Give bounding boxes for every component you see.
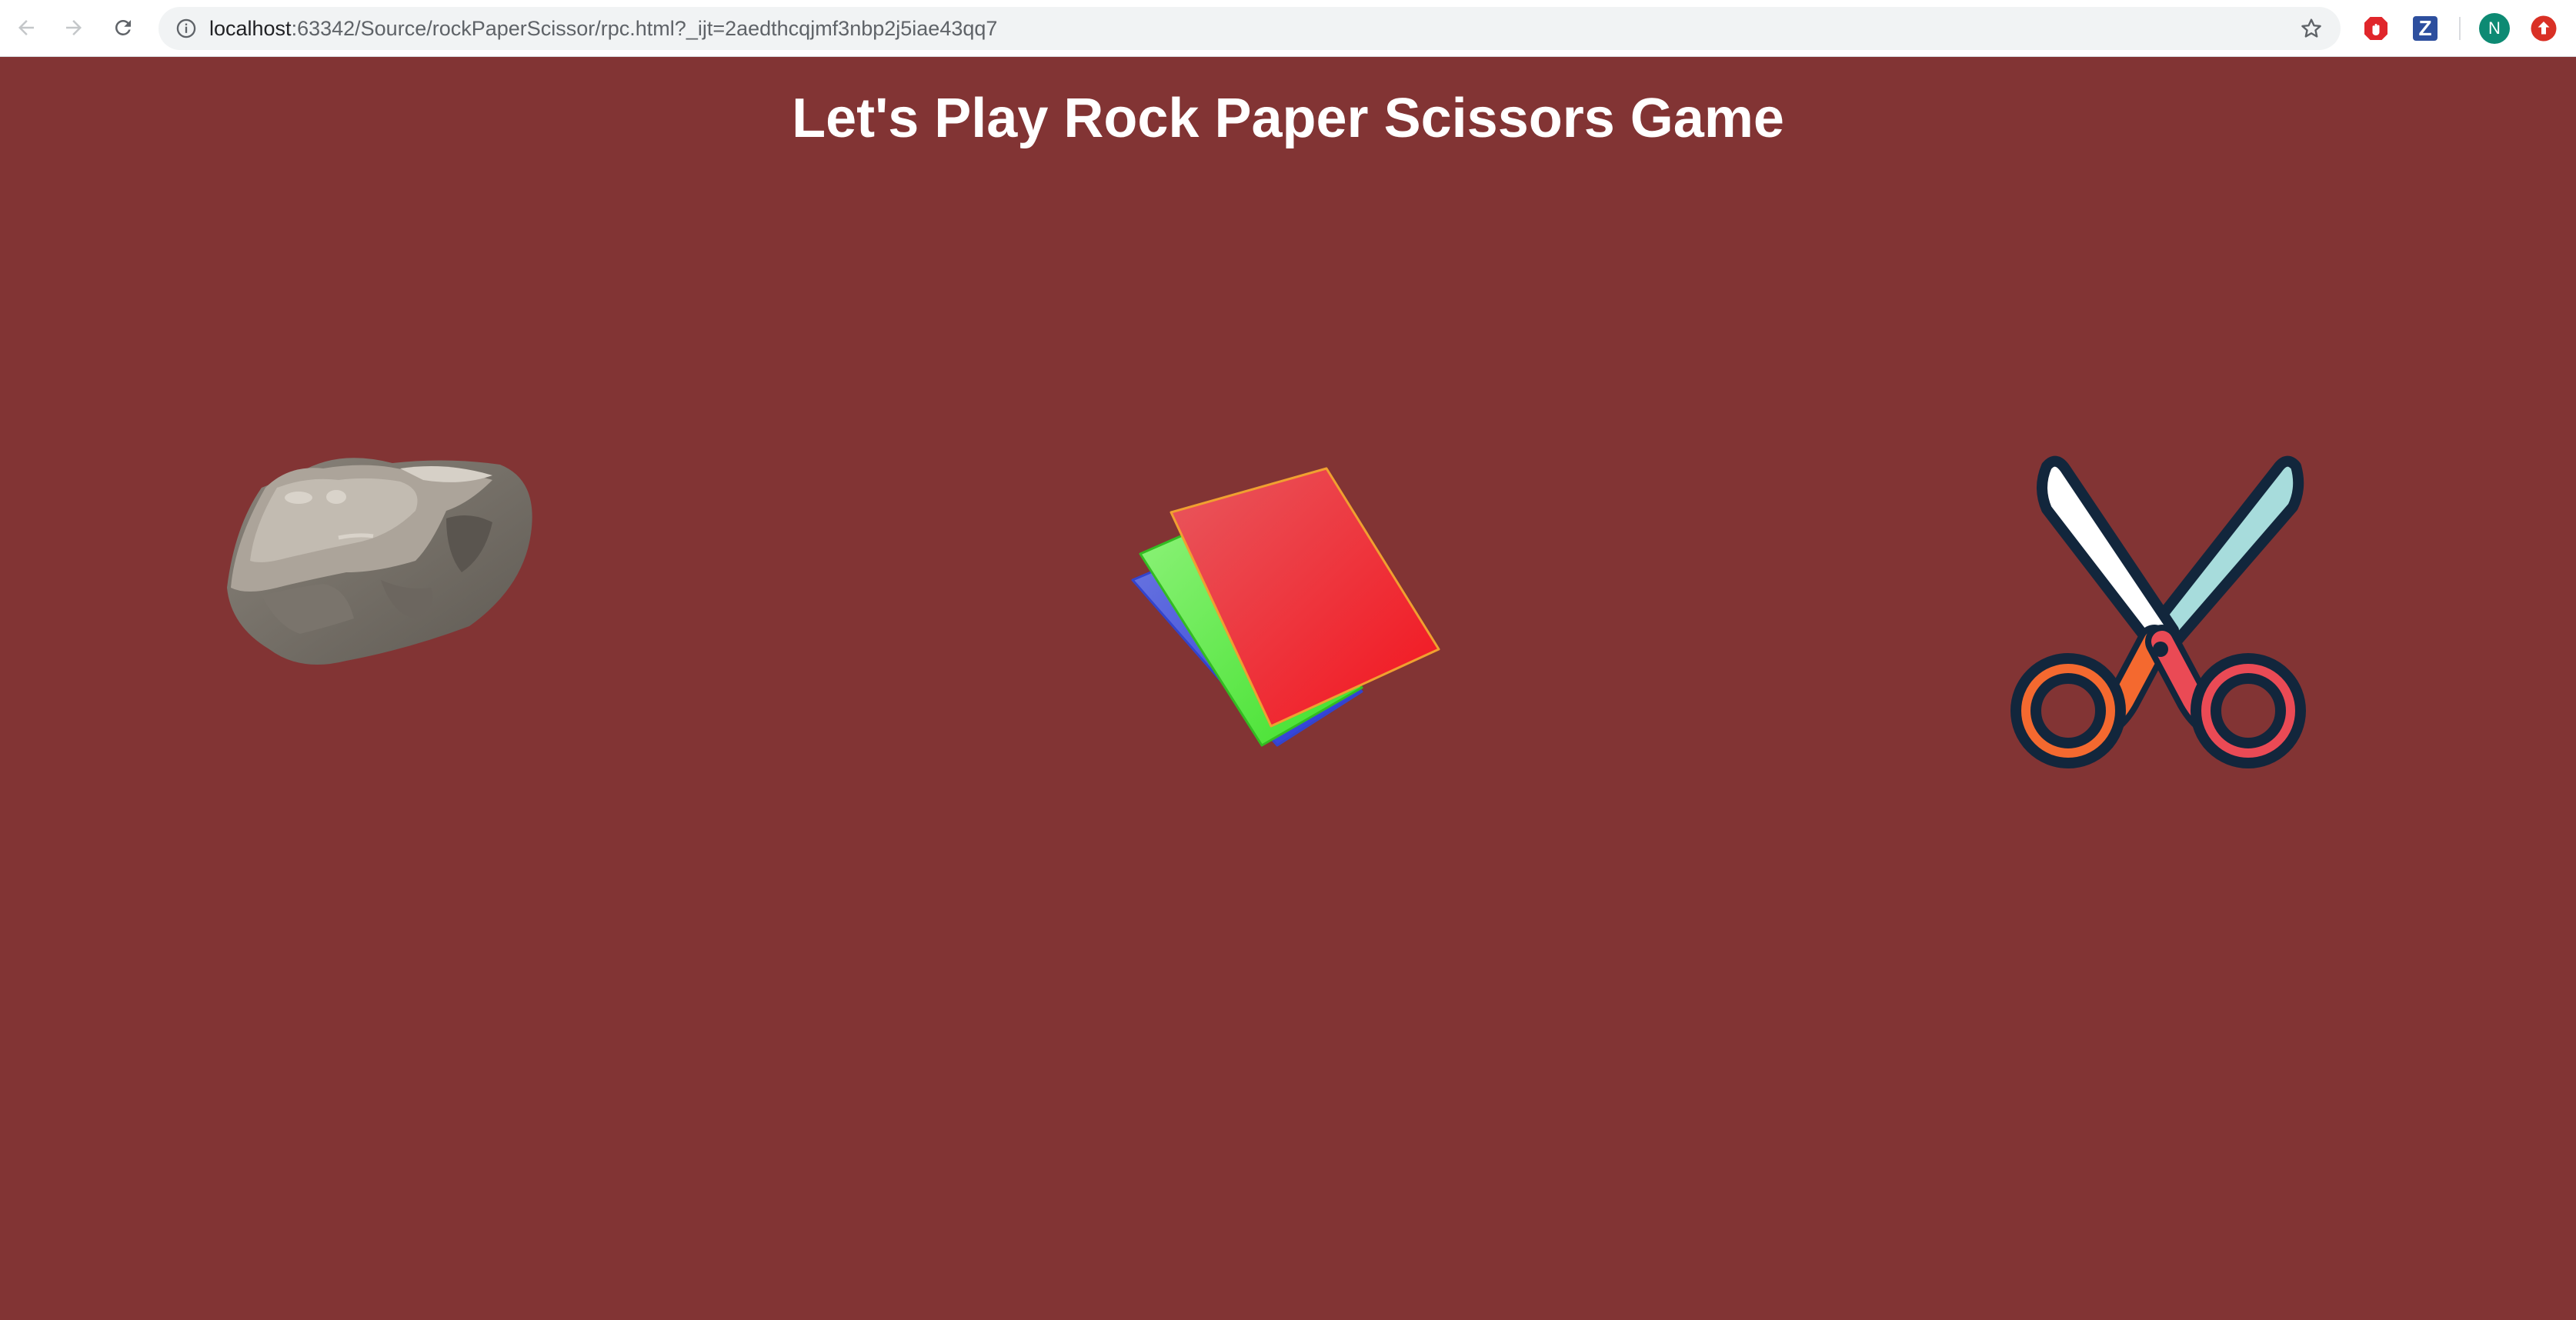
rock-icon xyxy=(227,458,532,665)
forward-button[interactable] xyxy=(57,11,91,45)
arrow-right-icon xyxy=(66,20,82,35)
zotero-icon: Z xyxy=(2418,16,2432,40)
paper-choice[interactable] xyxy=(1123,395,1446,765)
address-bar[interactable]: localhost:63342/Source/rockPaperScissor/… xyxy=(158,7,2341,50)
avatar-letter: N xyxy=(2488,18,2501,38)
adblock-extension[interactable] xyxy=(2361,13,2391,44)
update-icon xyxy=(2531,15,2557,42)
scissors-icon xyxy=(2010,455,2306,768)
profile-avatar[interactable]: N xyxy=(2479,13,2510,44)
toolbar-divider xyxy=(2459,17,2461,40)
browser-toolbar: localhost:63342/Source/rockPaperScissor/… xyxy=(0,0,2576,57)
reload-icon xyxy=(115,19,131,35)
url-path: :63342/Source/rockPaperScissor/rpc.html?… xyxy=(291,17,998,40)
info-icon[interactable] xyxy=(175,18,197,39)
rock-choice[interactable] xyxy=(215,395,600,718)
url-host: localhost xyxy=(209,17,292,40)
update-button[interactable] xyxy=(2528,13,2559,44)
page-title: Let's Play Rock Paper Scissors Game xyxy=(792,88,1784,149)
paper-icon xyxy=(1131,467,1440,747)
scissors-choice[interactable] xyxy=(2000,395,2324,795)
url-text[interactable]: localhost:63342/Source/rockPaperScissor/… xyxy=(209,7,997,50)
star-icon[interactable] xyxy=(2299,16,2324,41)
arrow-left-icon xyxy=(18,20,34,35)
zotero-extension[interactable]: Z xyxy=(2413,16,2438,41)
back-button[interactable] xyxy=(9,11,43,45)
adblock-icon xyxy=(2364,17,2387,40)
reload-button[interactable] xyxy=(106,11,140,45)
game-page: Let's Play Rock Paper Scissors Game xyxy=(0,57,2576,1320)
